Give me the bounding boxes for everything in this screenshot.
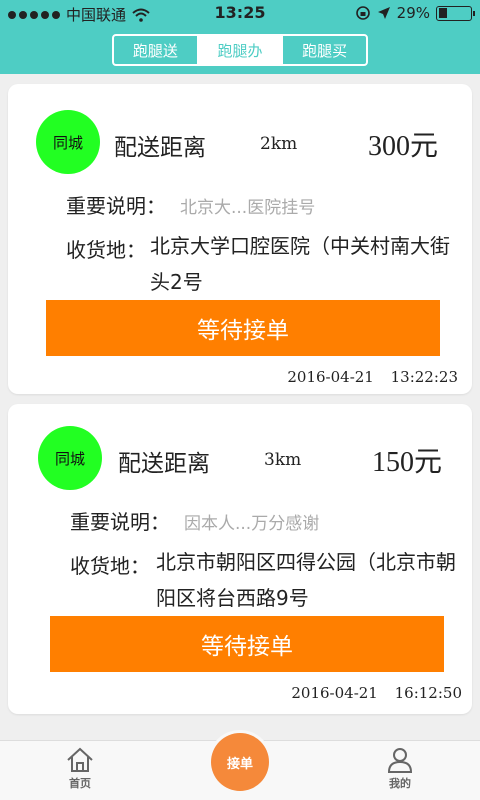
address-text: 北京市朝阳区四得公园（北京市朝阳区将台西路9号 [156,550,456,610]
order-price: 300元 [368,131,439,162]
order-card[interactable]: 同城 配送距离 2km 300元 重要说明： 北京大...医院挂号 收货地： 北… [8,84,472,394]
header: 跑腿送 跑腿办 跑腿买 [0,26,480,74]
battery-icon [436,5,475,21]
address-label: 收货地： [66,238,146,262]
city-badge: 同城 [38,426,102,490]
city-badge: 同城 [36,110,100,174]
tab-paotui-mai[interactable]: 跑腿买 [283,36,366,64]
order-date: 2016-04-21 [287,368,374,386]
nav-home-label: 首页 [69,777,91,790]
address-text: 北京大学口腔医院（中关村南大街头2号 [150,234,450,294]
distance-value: 3km [264,450,302,470]
note-text: 北京大...医院挂号 [180,198,316,218]
nav-profile-label: 我的 [389,777,411,790]
order-timestamp: 2016-04-21 16:12:50 [291,684,462,702]
distance-label: 配送距离 [114,135,206,161]
nav-profile[interactable]: 我的 [360,747,440,791]
nav-home[interactable]: 首页 [40,747,120,791]
order-time: 13:22:23 [390,368,458,386]
wait-accept-button[interactable]: 等待接单 [50,616,444,672]
tab-paotui-song[interactable]: 跑腿送 [114,36,199,64]
address-label: 收货地： [70,554,150,578]
user-icon [387,748,413,773]
accept-order-button[interactable]: 接单 [211,733,269,791]
note-row: 重要说明： 北京大...医院挂号 [66,190,315,219]
order-timestamp: 2016-04-21 13:22:23 [287,368,458,386]
note-text: 因本人...万分感谢 [184,514,320,534]
distance-label: 配送距离 [118,451,210,477]
note-label: 重要说明： [70,510,170,534]
battery-percent: 29% [396,4,430,22]
note-label: 重要说明： [66,194,166,218]
battery-fill [438,8,448,18]
status-right: 29% [355,4,475,22]
order-card[interactable]: 同城 配送距离 3km 150元 重要说明： 因本人...万分感谢 收货地： 北… [8,404,472,714]
order-price: 150元 [372,447,443,478]
home-icon [67,747,93,772]
segmented-tabs: 跑腿送 跑腿办 跑腿买 [112,34,368,66]
distance-value: 2km [260,134,298,154]
wait-accept-button[interactable]: 等待接单 [46,300,440,356]
order-date: 2016-04-21 [291,684,378,702]
status-bar: 中国联通 13:25 29% [0,0,480,26]
rotation-lock-icon [355,6,370,20]
order-time: 16:12:50 [394,684,462,702]
tab-paotui-ban[interactable]: 跑腿办 [198,36,284,64]
note-row: 重要说明： 因本人...万分感谢 [70,506,319,535]
location-arrow-icon [377,7,390,19]
